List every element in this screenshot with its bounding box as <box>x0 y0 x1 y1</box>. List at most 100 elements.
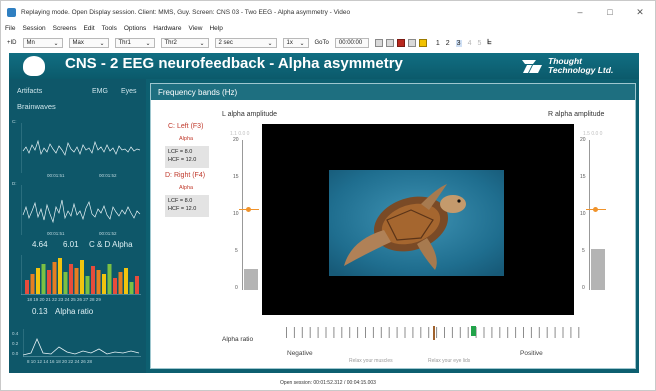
status-bar: Open session: 00:01:52.312 / 00:04:15.00… <box>280 380 376 386</box>
speed-select[interactable]: 1x ⌄ <box>282 38 309 48</box>
toolbar: +ID Mn ⌄ Max ⌄ Thr1 ⌄ Thr2 ⌄ 2 sec ⌄ 1x ⌄ GoTo… <box>1 36 655 50</box>
ratio-tick <box>309 327 311 338</box>
spectrum-bar <box>30 274 35 294</box>
ratio-tick <box>523 327 524 338</box>
left-hcf: HCF = 12.0 <box>168 157 197 163</box>
ratio-tick <box>451 327 453 338</box>
d-alpha-value: 6.01 <box>63 240 79 249</box>
menu-hardware[interactable]: Hardware <box>153 25 181 32</box>
max-select[interactable]: Max ⌄ <box>68 38 109 48</box>
panel-header: Frequency bands (Hz) <box>151 84 635 100</box>
brand-line-2: Technology Ltd. <box>548 65 614 75</box>
ratio-tick <box>404 327 406 338</box>
alpha-ratio-label: Alpha ratio <box>55 307 94 316</box>
tab-artifacts[interactable]: Artifacts <box>17 88 42 95</box>
menu-view[interactable]: View <box>188 25 202 32</box>
menu-bar: File Session Screens Edit Tools Options … <box>1 23 655 34</box>
panel-body: C: Left (F3) Alpha LCF = 8.0 HCF = 12.0 … <box>151 100 635 368</box>
r-threshold-handle[interactable] <box>593 206 598 212</box>
alpha-ratio-scale <box>286 326 580 340</box>
mn-select-value: Mn <box>26 40 35 46</box>
l-amp-bar <box>244 269 258 290</box>
window-select[interactable]: 2 sec ⌄ <box>214 38 277 48</box>
r-scale-10: 10 <box>580 211 586 217</box>
menu-file[interactable]: File <box>5 25 15 32</box>
l-threshold-handle[interactable] <box>246 206 251 212</box>
spectrum-bar <box>58 258 62 294</box>
marker-icon[interactable]: ᖶ <box>487 39 491 47</box>
ratio-tick <box>357 327 359 338</box>
ratio-tick <box>570 327 572 338</box>
menu-help[interactable]: Help <box>209 25 222 32</box>
ratio-tick <box>499 327 501 338</box>
menu-edit[interactable]: Edit <box>83 25 94 32</box>
brand-mark-icon <box>522 60 542 73</box>
close-button[interactable]: ✕ <box>625 7 655 18</box>
ratio-tick <box>325 327 327 338</box>
mn-select[interactable]: Mn ⌄ <box>22 38 63 48</box>
rewind-icon[interactable] <box>374 39 383 47</box>
menu-session[interactable]: Session <box>22 25 45 32</box>
waveform-line-c <box>22 139 141 156</box>
ratio-tick <box>530 327 532 338</box>
channel-c-waveform <box>21 123 141 173</box>
spectrum-bar <box>113 278 117 294</box>
stop-icon[interactable] <box>407 39 416 47</box>
menu-tools[interactable]: Tools <box>102 25 117 32</box>
thr1-select[interactable]: Thr1 ⌄ <box>114 38 155 48</box>
chevron-down-icon: ⌄ <box>145 40 151 47</box>
transport-buttons <box>374 38 430 49</box>
ratio-tick <box>428 327 430 338</box>
minimize-button[interactable]: – <box>565 7 595 17</box>
right-hcf: HCF = 12.0 <box>168 206 197 212</box>
ratio-tick <box>396 327 398 338</box>
ratio-tick <box>483 327 485 338</box>
hint-relax-muscles: Relax your muscles <box>349 358 393 364</box>
display-screen: CNS - 2 EEG neurofeedback - Alpha asymme… <box>9 53 639 373</box>
ratio-tick <box>341 327 343 338</box>
brand-logo: Thought Technology Ltd. <box>522 56 632 76</box>
trend-line <box>23 337 140 356</box>
l-scale-0: 0 <box>235 285 238 291</box>
ratio-center-marker <box>433 326 435 340</box>
screen-number-1[interactable]: 1 <box>436 40 440 47</box>
app-window: Replaying mode. Open Display session. Cl… <box>0 0 656 391</box>
tab-eyes[interactable]: Eyes <box>121 88 137 95</box>
tab-emg[interactable]: EMG <box>92 88 108 95</box>
play-icon[interactable] <box>385 39 394 47</box>
ratio-tick <box>301 327 303 338</box>
ratio-ticks <box>286 327 580 338</box>
thr2-select[interactable]: Thr2 ⌄ <box>160 38 209 48</box>
ratio-tick <box>546 327 548 338</box>
hint-relax-eyelids: Relax your eye lids <box>428 358 471 364</box>
banner: CNS - 2 EEG neurofeedback - Alpha asymme… <box>9 53 639 79</box>
maximize-button[interactable]: □ <box>595 7 625 17</box>
l-amp-gauge: 20 15 10 5 0 <box>233 137 259 292</box>
screen-number-2[interactable]: 2 <box>446 40 450 47</box>
screen-number-3[interactable]: 3 <box>455 39 462 47</box>
screen-number-4[interactable]: 4 <box>468 40 472 47</box>
left-tabs: Artifacts EMG Eyes <box>17 88 142 98</box>
ratio-tick <box>444 327 445 338</box>
pause-icon[interactable] <box>418 39 427 47</box>
ratio-tick <box>317 327 319 338</box>
goto-time-input[interactable]: 00:00:00 <box>334 38 369 48</box>
id-mode-button[interactable]: +ID <box>7 38 17 49</box>
ratio-tick <box>349 327 351 338</box>
ratio-tick <box>515 327 517 338</box>
spectrum-bar <box>63 272 68 294</box>
ratio-tick <box>372 327 374 338</box>
menu-screens[interactable]: Screens <box>53 25 77 32</box>
waveform-line-d <box>22 199 141 224</box>
spectrum-bar <box>118 272 123 294</box>
channel-d-time-1: 00:01:51 <box>47 231 65 236</box>
record-icon[interactable] <box>396 39 405 47</box>
bars-group <box>25 258 139 294</box>
spectrum-bar <box>135 276 139 294</box>
r-scale-20: 20 <box>580 137 586 143</box>
ratio-tick <box>333 327 335 338</box>
menu-options[interactable]: Options <box>124 25 146 32</box>
frequency-bands-panel: Frequency bands (Hz) C: Left (F3) Alpha … <box>150 83 636 369</box>
l-gauge-axis <box>242 140 243 290</box>
screen-number-5[interactable]: 5 <box>477 40 481 47</box>
